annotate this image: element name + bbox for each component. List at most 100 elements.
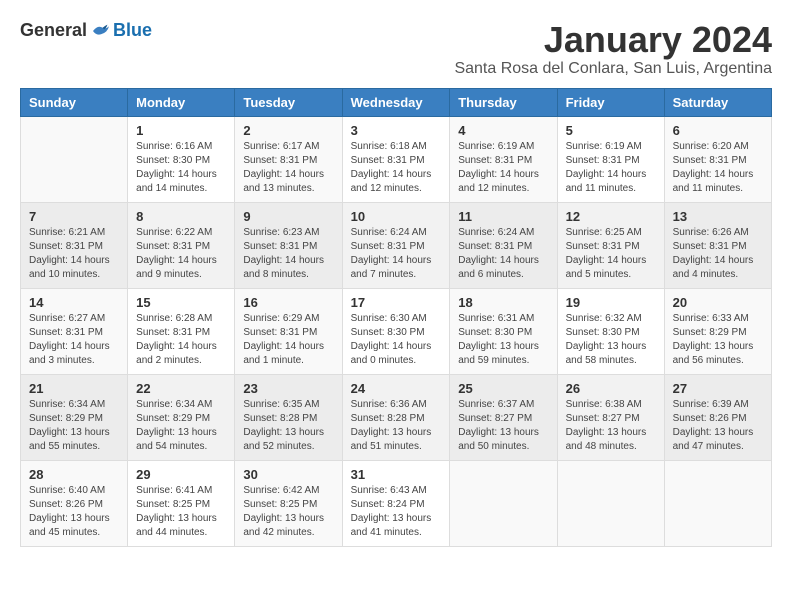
day-number: 5	[566, 123, 656, 138]
calendar-cell: 30Sunrise: 6:42 AM Sunset: 8:25 PM Dayli…	[235, 460, 342, 546]
day-number: 23	[243, 381, 333, 396]
day-number: 6	[673, 123, 763, 138]
day-number: 8	[136, 209, 226, 224]
day-number: 20	[673, 295, 763, 310]
day-info: Sunrise: 6:27 AM Sunset: 8:31 PM Dayligh…	[29, 312, 119, 368]
calendar-cell: 10 Sunrise: 6:24 AM Sunset: 8:31 PM Dayli…	[342, 202, 450, 288]
day-number: 16	[243, 295, 333, 310]
day-number: 31	[351, 467, 442, 482]
calendar-cell: 21 Sunrise: 6:34 AM Sunset: 8:29 PM Dayli…	[21, 374, 128, 460]
day-info: Sunrise: 6:35 AM Sunset: 8:28 PM Dayligh…	[243, 398, 333, 454]
calendar-cell	[450, 460, 557, 546]
calendar-cell: 12Sunrise: 6:25 AM Sunset: 8:31 PM Dayli…	[557, 202, 664, 288]
day-number: 14	[29, 295, 119, 310]
day-number: 12	[566, 209, 656, 224]
calendar-cell: 29 Sunrise: 6:41 AM Sunset: 8:25 PM Dayli…	[128, 460, 235, 546]
day-info: Sunrise: 6:18 AM Sunset: 8:31 PM Dayligh…	[351, 140, 442, 196]
calendar-cell: 14 Sunrise: 6:27 AM Sunset: 8:31 PM Dayli…	[21, 288, 128, 374]
calendar-header: SundayMondayTuesdayWednesdayThursdayFrid…	[21, 88, 772, 116]
week-row-1: 1 Sunrise: 6:16 AM Sunset: 8:30 PM Daylig…	[21, 116, 772, 202]
calendar-cell: 23 Sunrise: 6:35 AM Sunset: 8:28 PM Dayli…	[235, 374, 342, 460]
day-info: Sunrise: 6:34 AM Sunset: 8:29 PM Dayligh…	[136, 398, 226, 454]
calendar-cell: 27Sunrise: 6:39 AM Sunset: 8:26 PM Dayli…	[664, 374, 771, 460]
calendar-cell: 2 Sunrise: 6:17 AM Sunset: 8:31 PM Daylig…	[235, 116, 342, 202]
calendar-cell: 24 Sunrise: 6:36 AM Sunset: 8:28 PM Dayli…	[342, 374, 450, 460]
day-header-monday: Monday	[128, 88, 235, 116]
day-info: Sunrise: 6:28 AM Sunset: 8:31 PM Dayligh…	[136, 312, 226, 368]
calendar-cell: 5Sunrise: 6:19 AM Sunset: 8:31 PM Daylig…	[557, 116, 664, 202]
day-number: 13	[673, 209, 763, 224]
logo-bird-icon	[91, 23, 111, 39]
title-section: January 2024 Santa Rosa del Conlara, San…	[454, 20, 772, 78]
day-info: Sunrise: 6:23 AM Sunset: 8:31 PM Dayligh…	[243, 226, 333, 282]
day-info: Sunrise: 6:22 AM Sunset: 8:31 PM Dayligh…	[136, 226, 226, 282]
day-number: 25	[458, 381, 548, 396]
calendar-cell: 4Sunrise: 6:19 AM Sunset: 8:31 PM Daylig…	[450, 116, 557, 202]
day-number: 24	[351, 381, 442, 396]
day-number: 17	[351, 295, 442, 310]
day-info: Sunrise: 6:29 AM Sunset: 8:31 PM Dayligh…	[243, 312, 333, 368]
day-info: Sunrise: 6:24 AM Sunset: 8:31 PM Dayligh…	[351, 226, 442, 282]
day-header-tuesday: Tuesday	[235, 88, 342, 116]
calendar-cell: 25Sunrise: 6:37 AM Sunset: 8:27 PM Dayli…	[450, 374, 557, 460]
calendar-cell	[557, 460, 664, 546]
calendar-cell: 1 Sunrise: 6:16 AM Sunset: 8:30 PM Daylig…	[128, 116, 235, 202]
calendar-cell: 22Sunrise: 6:34 AM Sunset: 8:29 PM Dayli…	[128, 374, 235, 460]
week-row-5: 28 Sunrise: 6:40 AM Sunset: 8:26 PM Dayli…	[21, 460, 772, 546]
day-info: Sunrise: 6:20 AM Sunset: 8:31 PM Dayligh…	[673, 140, 763, 196]
day-header-saturday: Saturday	[664, 88, 771, 116]
day-number: 4	[458, 123, 548, 138]
calendar-cell: 26Sunrise: 6:38 AM Sunset: 8:27 PM Dayli…	[557, 374, 664, 460]
logo-blue-text: Blue	[113, 20, 152, 41]
day-info: Sunrise: 6:17 AM Sunset: 8:31 PM Dayligh…	[243, 140, 333, 196]
week-row-3: 14 Sunrise: 6:27 AM Sunset: 8:31 PM Dayli…	[21, 288, 772, 374]
calendar-table: SundayMondayTuesdayWednesdayThursdayFrid…	[20, 88, 772, 547]
week-row-4: 21 Sunrise: 6:34 AM Sunset: 8:29 PM Dayli…	[21, 374, 772, 460]
day-number: 19	[566, 295, 656, 310]
logo-general-text: General	[20, 20, 87, 41]
day-number: 21	[29, 381, 119, 396]
calendar-cell: 3 Sunrise: 6:18 AM Sunset: 8:31 PM Daylig…	[342, 116, 450, 202]
day-info: Sunrise: 6:34 AM Sunset: 8:29 PM Dayligh…	[29, 398, 119, 454]
day-header-thursday: Thursday	[450, 88, 557, 116]
day-info: Sunrise: 6:41 AM Sunset: 8:25 PM Dayligh…	[136, 484, 226, 540]
day-info: Sunrise: 6:24 AM Sunset: 8:31 PM Dayligh…	[458, 226, 548, 282]
day-number: 30	[243, 467, 333, 482]
day-number: 3	[351, 123, 442, 138]
calendar-cell: 15 Sunrise: 6:28 AM Sunset: 8:31 PM Dayli…	[128, 288, 235, 374]
day-number: 2	[243, 123, 333, 138]
calendar-cell: 17Sunrise: 6:30 AM Sunset: 8:30 PM Dayli…	[342, 288, 450, 374]
day-number: 26	[566, 381, 656, 396]
calendar-cell: 28 Sunrise: 6:40 AM Sunset: 8:26 PM Dayli…	[21, 460, 128, 546]
calendar-cell: 19Sunrise: 6:32 AM Sunset: 8:30 PM Dayli…	[557, 288, 664, 374]
day-number: 29	[136, 467, 226, 482]
day-number: 10	[351, 209, 442, 224]
day-number: 15	[136, 295, 226, 310]
calendar-cell: 20 Sunrise: 6:33 AM Sunset: 8:29 PM Dayli…	[664, 288, 771, 374]
day-info: Sunrise: 6:26 AM Sunset: 8:31 PM Dayligh…	[673, 226, 763, 282]
calendar-cell	[664, 460, 771, 546]
day-number: 7	[29, 209, 119, 224]
day-info: Sunrise: 6:43 AM Sunset: 8:24 PM Dayligh…	[351, 484, 442, 540]
week-row-2: 7Sunrise: 6:21 AM Sunset: 8:31 PM Daylig…	[21, 202, 772, 288]
calendar-cell	[21, 116, 128, 202]
calendar-cell: 7Sunrise: 6:21 AM Sunset: 8:31 PM Daylig…	[21, 202, 128, 288]
day-info: Sunrise: 6:33 AM Sunset: 8:29 PM Dayligh…	[673, 312, 763, 368]
day-header-friday: Friday	[557, 88, 664, 116]
days-header-row: SundayMondayTuesdayWednesdayThursdayFrid…	[21, 88, 772, 116]
day-header-sunday: Sunday	[21, 88, 128, 116]
day-info: Sunrise: 6:40 AM Sunset: 8:26 PM Dayligh…	[29, 484, 119, 540]
day-number: 28	[29, 467, 119, 482]
calendar-cell: 13 Sunrise: 6:26 AM Sunset: 8:31 PM Dayli…	[664, 202, 771, 288]
day-header-wednesday: Wednesday	[342, 88, 450, 116]
day-info: Sunrise: 6:16 AM Sunset: 8:30 PM Dayligh…	[136, 140, 226, 196]
day-number: 18	[458, 295, 548, 310]
day-info: Sunrise: 6:31 AM Sunset: 8:30 PM Dayligh…	[458, 312, 548, 368]
day-number: 1	[136, 123, 226, 138]
month-title: January 2024	[454, 20, 772, 60]
calendar-cell: 16 Sunrise: 6:29 AM Sunset: 8:31 PM Dayli…	[235, 288, 342, 374]
calendar-cell: 31 Sunrise: 6:43 AM Sunset: 8:24 PM Dayli…	[342, 460, 450, 546]
calendar-cell: 11Sunrise: 6:24 AM Sunset: 8:31 PM Dayli…	[450, 202, 557, 288]
day-info: Sunrise: 6:36 AM Sunset: 8:28 PM Dayligh…	[351, 398, 442, 454]
calendar-cell: 8 Sunrise: 6:22 AM Sunset: 8:31 PM Daylig…	[128, 202, 235, 288]
